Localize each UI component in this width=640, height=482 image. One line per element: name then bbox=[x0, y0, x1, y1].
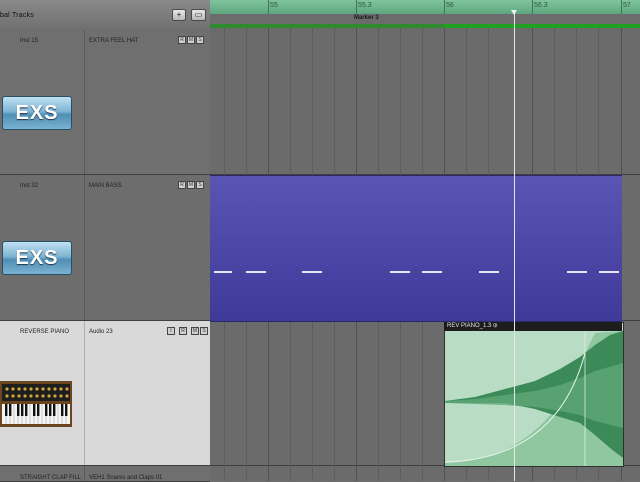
solo-button[interactable]: S bbox=[200, 327, 208, 335]
midi-note[interactable] bbox=[567, 271, 587, 273]
track-header[interactable]: STRAIGHT CLAP FILL VEH1 Snares and Claps… bbox=[0, 466, 210, 482]
solo-button[interactable]: S bbox=[196, 181, 204, 189]
track-instrument: MAIN BASS bbox=[89, 183, 122, 189]
track-icon-column bbox=[0, 321, 85, 465]
audio-region-title[interactable]: REV PIANO_1.3 ⦶ bbox=[444, 322, 622, 331]
keyboard-graphic bbox=[0, 381, 72, 427]
playhead-line[interactable] bbox=[514, 10, 515, 481]
midi-note[interactable] bbox=[390, 271, 410, 273]
track-header[interactable]: EXS Inst 32 MAIN BASS RMS bbox=[0, 175, 210, 321]
ruler-tick bbox=[621, 0, 622, 14]
midi-note[interactable] bbox=[479, 271, 499, 273]
track-name: REVERSE PIANO bbox=[20, 329, 70, 335]
midi-note[interactable] bbox=[422, 271, 442, 273]
track-buttons: IRMS bbox=[166, 327, 208, 345]
track-header[interactable]: EXS Inst 15 EXTRA FEEL HAT RMS bbox=[0, 30, 210, 175]
marker-label[interactable]: Marker 3 bbox=[354, 15, 379, 21]
mute-button[interactable]: M bbox=[191, 327, 199, 335]
mute-button[interactable]: M bbox=[187, 181, 195, 189]
track-name: STRAIGHT CLAP FILL bbox=[20, 475, 82, 481]
add-track-button[interactable]: + bbox=[172, 9, 186, 21]
marker-track[interactable] bbox=[210, 14, 640, 24]
track-name: Inst 32 bbox=[20, 183, 39, 189]
midi-note[interactable] bbox=[599, 271, 619, 273]
track-header-selected[interactable]: REVERSE PIANO Audio 23 IRMS bbox=[0, 321, 210, 466]
track-name: Inst 15 bbox=[20, 38, 39, 44]
track-buttons: RMS bbox=[177, 36, 204, 54]
ruler-tick bbox=[444, 0, 445, 14]
ruler-label: 57 bbox=[623, 2, 631, 9]
solo-button[interactable]: S bbox=[196, 36, 204, 44]
audio-region[interactable] bbox=[444, 322, 624, 467]
track-buttons: RMS bbox=[177, 181, 204, 199]
track-instrument: Audio 23 bbox=[89, 329, 113, 335]
mute-button[interactable]: M bbox=[187, 36, 195, 44]
ruler-tick bbox=[268, 0, 269, 14]
track-icon-column: EXS bbox=[0, 30, 85, 174]
midi-note[interactable] bbox=[214, 271, 232, 273]
global-tracks-label: bal Tracks bbox=[0, 12, 34, 19]
ruler-label: 56.3 bbox=[534, 2, 548, 9]
exs-sampler-icon[interactable]: EXS bbox=[2, 96, 72, 130]
exs-sampler-icon[interactable]: EXS bbox=[2, 241, 72, 275]
midi-region[interactable] bbox=[210, 175, 622, 322]
ruler-label: 55.3 bbox=[358, 2, 372, 9]
track-icon-column: EXS bbox=[0, 175, 85, 320]
record-button[interactable]: R bbox=[178, 181, 186, 189]
input-monitor-button[interactable]: I bbox=[167, 327, 175, 335]
record-button[interactable]: R bbox=[178, 36, 186, 44]
audio-waveform bbox=[445, 323, 623, 466]
track-instrument: EXTRA FEEL HAT bbox=[89, 38, 139, 44]
synth-keyboard-icon[interactable] bbox=[0, 381, 72, 427]
record-button[interactable]: R bbox=[179, 327, 187, 335]
ruler-tick bbox=[356, 0, 357, 14]
midi-note[interactable] bbox=[302, 271, 322, 273]
ruler-label: 55 bbox=[270, 2, 278, 9]
playhead-handle[interactable] bbox=[511, 10, 517, 15]
folder-button[interactable]: ▭ bbox=[191, 9, 206, 21]
track-instrument: VEH1 Snares and Claps 01 bbox=[89, 475, 163, 481]
ruler-tick bbox=[532, 0, 533, 14]
midi-note[interactable] bbox=[246, 271, 266, 273]
ruler-label: 56 bbox=[446, 2, 454, 9]
